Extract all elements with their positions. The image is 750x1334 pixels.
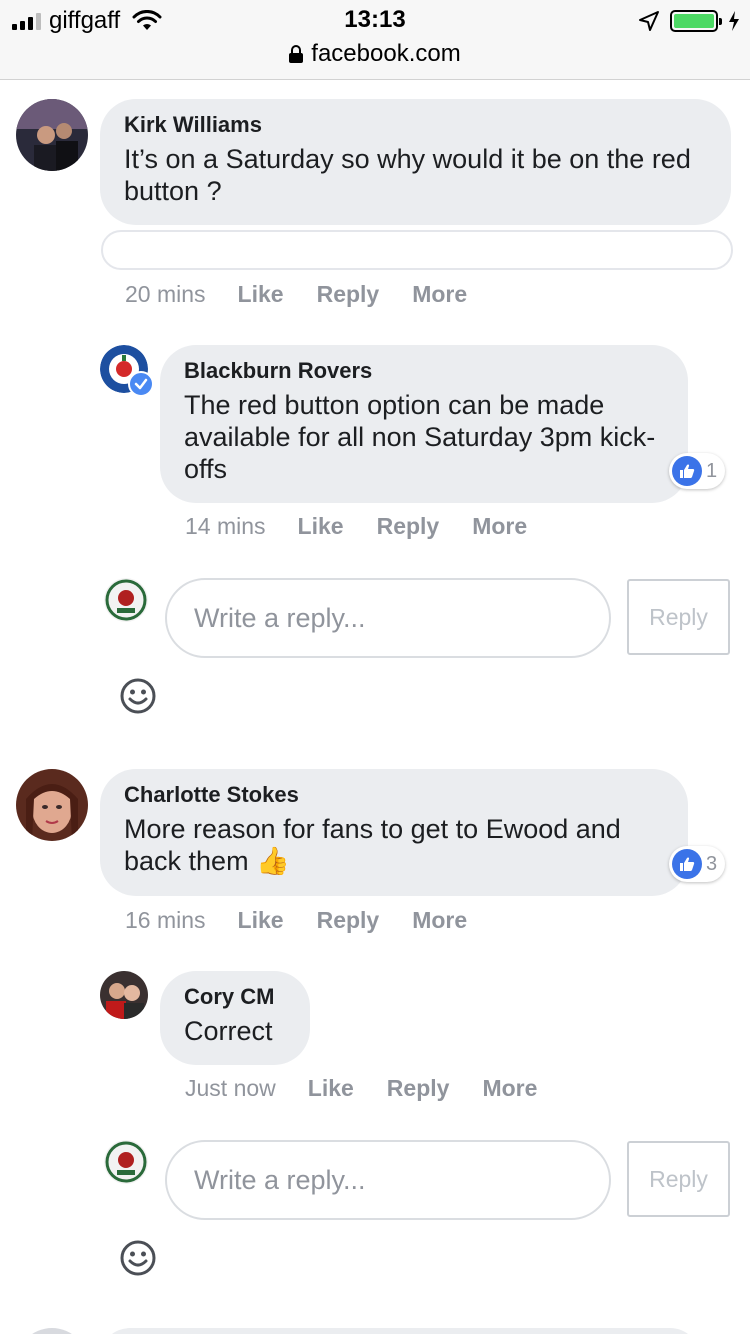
- comment-author[interactable]: Blackburn Rovers: [184, 357, 664, 385]
- comment-text: More reason for fans to get to Ewood and…: [124, 814, 621, 876]
- emoji-icon[interactable]: [119, 1239, 157, 1277]
- comment-text: It’s on a Saturday so why would it be on…: [124, 144, 691, 206]
- verified-badge-icon: [128, 371, 154, 397]
- comment-author[interactable]: Charlotte Stokes: [124, 781, 664, 809]
- reaction-number: 3: [706, 852, 718, 875]
- thumbs-up-icon: [672, 849, 702, 879]
- reaction-number: 1: [706, 459, 718, 482]
- comment-actions: 20 mins Like Reply More: [125, 280, 500, 308]
- more-link[interactable]: More: [412, 906, 467, 934]
- like-link[interactable]: Like: [238, 280, 284, 308]
- reply-link[interactable]: Reply: [317, 906, 380, 934]
- more-link[interactable]: More: [412, 280, 467, 308]
- attachment-preview-field: [101, 230, 733, 270]
- reply-input[interactable]: Write a reply...: [165, 1140, 611, 1220]
- reaction-count[interactable]: 1: [669, 453, 726, 489]
- avatar-kirk-williams[interactable]: [16, 99, 88, 171]
- comment-bubble: Kirk Williams It’s on a Saturday so why …: [100, 99, 731, 225]
- comment-time[interactable]: 14 mins: [185, 512, 266, 540]
- comment-bubble: [100, 1328, 700, 1334]
- reply-link[interactable]: Reply: [387, 1074, 450, 1102]
- comment-bubble: Charlotte Stokes More reason for fans to…: [100, 769, 688, 896]
- comment-time[interactable]: 16 mins: [125, 906, 206, 934]
- current-user-avatar: [104, 1140, 148, 1184]
- like-link[interactable]: Like: [298, 512, 344, 540]
- comment-time[interactable]: 20 mins: [125, 280, 206, 308]
- address-bar[interactable]: facebook.com: [0, 40, 750, 68]
- thumbs-up-icon: [672, 456, 702, 486]
- lock-icon: [289, 45, 304, 63]
- more-link[interactable]: More: [472, 512, 527, 540]
- like-link[interactable]: Like: [308, 1074, 354, 1102]
- reply-button[interactable]: Reply: [627, 579, 730, 655]
- status-bar: giffgaff 13:13 facebook.com: [0, 0, 750, 80]
- avatar-next-comment[interactable]: [16, 1328, 88, 1334]
- reply-button[interactable]: Reply: [627, 1141, 730, 1217]
- comment-actions: 14 mins Like Reply More: [185, 512, 560, 540]
- more-link[interactable]: More: [482, 1074, 537, 1102]
- status-right: [638, 8, 740, 34]
- comment-bubble: Blackburn Rovers The red button option c…: [160, 345, 688, 503]
- comment-author[interactable]: Cory CM: [184, 983, 286, 1011]
- comment-actions: Just now Like Reply More: [185, 1074, 570, 1102]
- comment-text: Correct: [184, 1016, 273, 1046]
- comment-text: The red button option can be made availa…: [184, 390, 656, 484]
- reply-link[interactable]: Reply: [377, 512, 440, 540]
- reply-input[interactable]: Write a reply...: [165, 578, 611, 658]
- thumbs-up-emoji: 👍: [256, 846, 290, 876]
- current-user-avatar: [104, 578, 148, 622]
- avatar-charlotte-stokes[interactable]: [16, 769, 88, 841]
- comment-author[interactable]: Kirk Williams: [124, 111, 707, 139]
- location-arrow-icon: [639, 11, 659, 31]
- comment-time[interactable]: Just now: [185, 1074, 276, 1102]
- url-text: facebook.com: [311, 40, 461, 67]
- like-link[interactable]: Like: [238, 906, 284, 934]
- comment-actions: 16 mins Like Reply More: [125, 906, 500, 934]
- avatar-cory-cm[interactable]: [100, 971, 148, 1019]
- reply-link[interactable]: Reply: [317, 280, 380, 308]
- reaction-count[interactable]: 3: [669, 846, 726, 882]
- emoji-icon[interactable]: [119, 677, 157, 715]
- battery-icon: [670, 10, 722, 32]
- charging-bolt-icon: [729, 11, 739, 31]
- comment-bubble: Cory CM Correct: [160, 971, 310, 1065]
